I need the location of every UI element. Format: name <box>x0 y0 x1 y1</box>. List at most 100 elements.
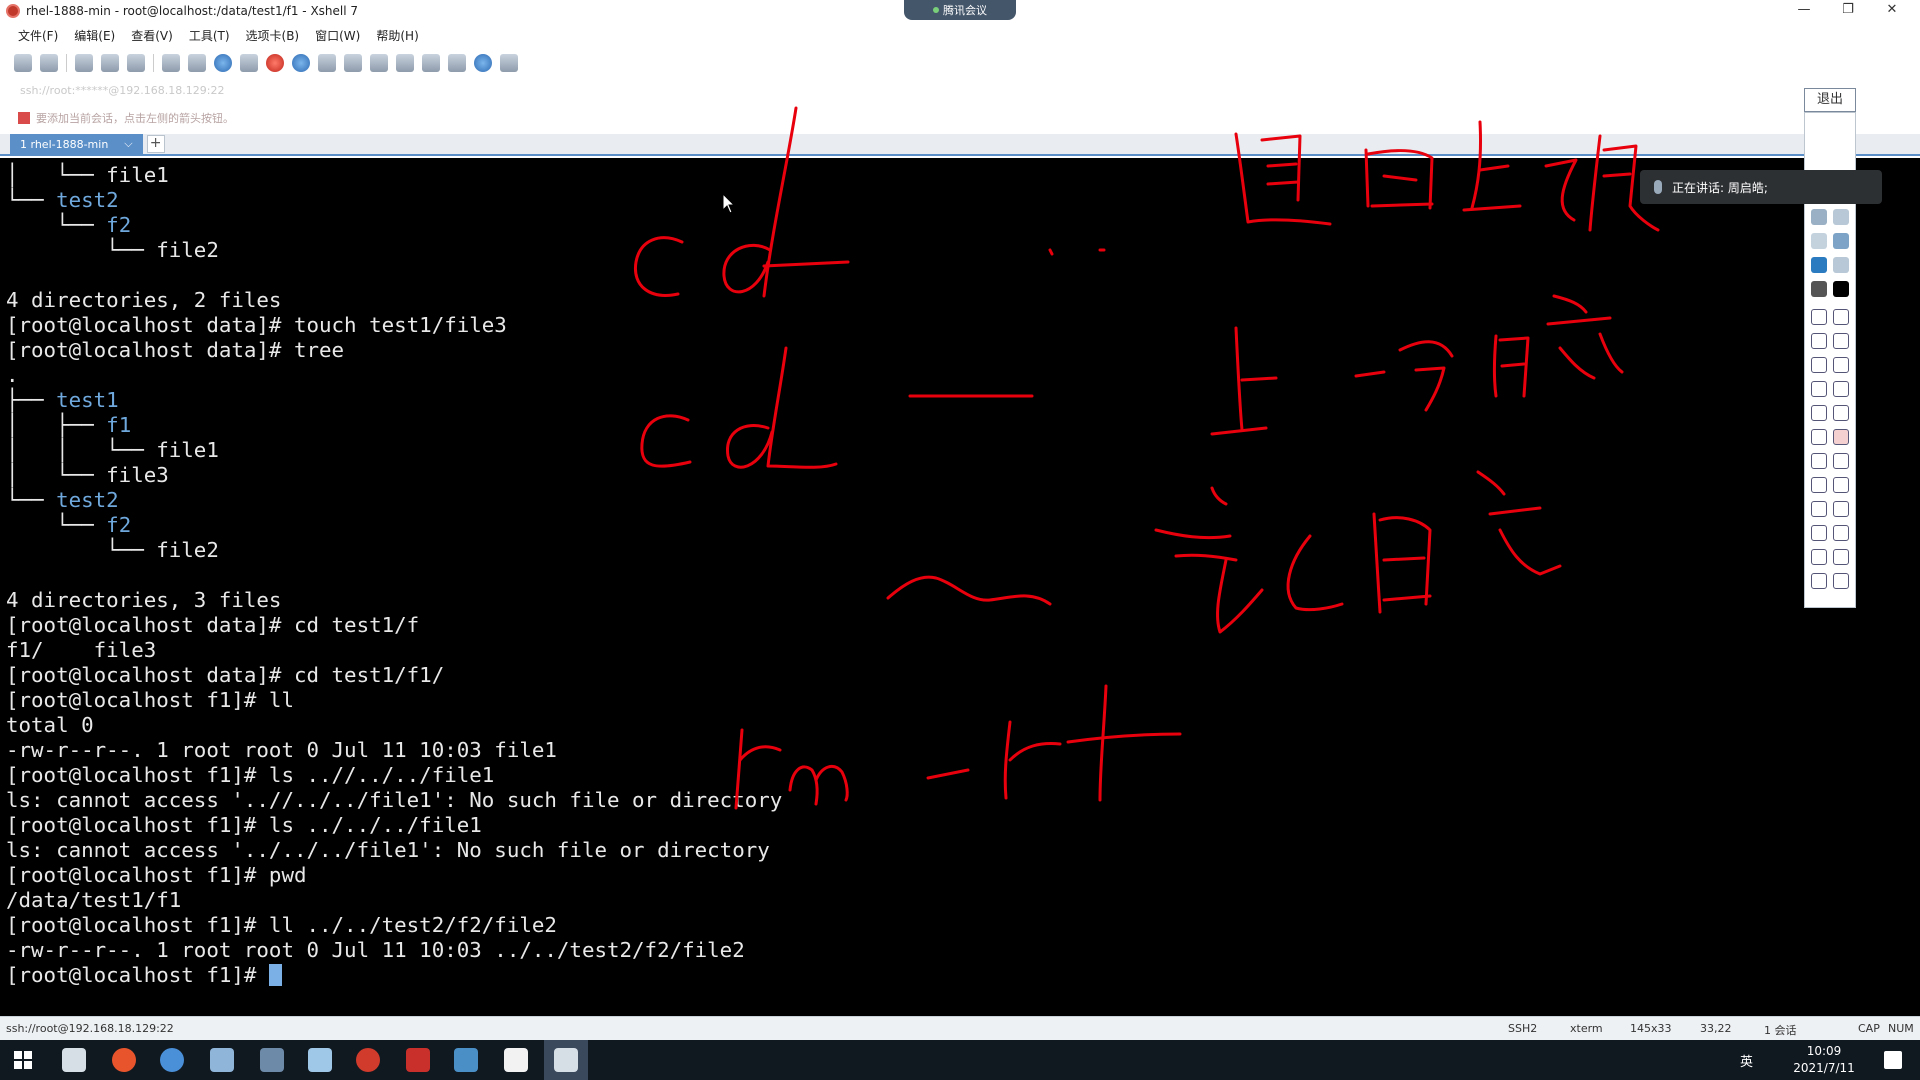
status-connection: ssh://root@192.168.18.129:22 <box>6 1022 174 1035</box>
chrome-task-icon[interactable] <box>160 1048 184 1072</box>
page-icon[interactable] <box>1811 573 1827 589</box>
menu-window[interactable]: 窗口(W) <box>315 27 360 44</box>
terminal-line: └── f2 <box>6 213 132 237</box>
color-swatch[interactable] <box>1833 209 1849 225</box>
maximize-button[interactable]: ❐ <box>1828 0 1868 22</box>
windows-start-icon[interactable] <box>14 1051 32 1069</box>
open-folder-icon[interactable] <box>40 54 58 72</box>
typora-task-icon[interactable] <box>504 1048 528 1072</box>
print-icon[interactable] <box>1811 549 1827 565</box>
terminal-line: [root@localhost f1]# ls ../../../file1 <box>6 813 482 837</box>
chat-icon[interactable] <box>500 54 518 72</box>
info-icon[interactable] <box>1833 573 1849 589</box>
lock-icon[interactable] <box>344 54 362 72</box>
terminal-line: [root@localhost data]# touch test1/file3 <box>6 313 507 337</box>
keyboard-icon[interactable] <box>370 54 388 72</box>
meeting-task-icon[interactable] <box>454 1048 478 1072</box>
exit-annotation-button[interactable]: 退出 <box>1804 88 1856 112</box>
fullscreen-icon[interactable] <box>318 54 336 72</box>
ime-indicator[interactable]: 英 <box>1740 1051 1753 1070</box>
terminal-output[interactable]: │ └── file1 └── test2 └── f2 └── file2 4 d… <box>0 158 1920 1016</box>
terminal-line: f1/ file3 <box>6 638 157 662</box>
copy-icon[interactable] <box>1833 525 1849 541</box>
notification-icon[interactable] <box>1884 1051 1902 1069</box>
terminal-cursor <box>268 964 282 986</box>
color-swatch[interactable] <box>1811 209 1827 225</box>
layout-icon[interactable] <box>188 54 206 72</box>
remote-desktop-task-icon[interactable] <box>260 1048 284 1072</box>
double-arrow-icon[interactable] <box>1811 405 1827 421</box>
text-tool-icon[interactable] <box>1833 405 1849 421</box>
properties-icon[interactable] <box>127 54 145 72</box>
menu-file[interactable]: 文件(F) <box>18 27 58 44</box>
taskbar-clock[interactable]: 10:09 2021/7/11 <box>1774 1043 1874 1077</box>
add-tab-button[interactable]: + <box>146 135 165 153</box>
meeting-badge[interactable]: 腾讯会议 <box>904 0 1016 20</box>
color-swatch[interactable] <box>1833 233 1849 249</box>
xftp-task-icon[interactable] <box>356 1048 380 1072</box>
xshell-task-icon[interactable] <box>62 1048 86 1072</box>
color-swatch[interactable] <box>1833 257 1849 273</box>
blur-tool-icon[interactable] <box>1833 381 1849 397</box>
save-icon[interactable] <box>1833 549 1849 565</box>
fill-tool-icon[interactable] <box>1833 357 1849 373</box>
address-bar[interactable]: ssh://root:******@192.168.18.129:22 <box>20 84 225 97</box>
color-swatch[interactable] <box>1833 281 1849 297</box>
cross-icon[interactable] <box>1833 429 1849 445</box>
new-page-icon[interactable] <box>1811 525 1827 541</box>
check-icon[interactable] <box>1811 429 1827 445</box>
speaking-banner: 正在讲话: 周启皓; <box>1640 170 1882 204</box>
new-session-icon[interactable] <box>14 54 32 72</box>
mouse-pointer-icon <box>722 193 736 214</box>
minimize-button[interactable]: — <box>1784 0 1824 22</box>
tab-session[interactable]: 1 rhel-1888-min ⌵ <box>10 134 143 154</box>
find-icon[interactable] <box>162 54 180 72</box>
arrow-tool-icon[interactable] <box>1833 333 1849 349</box>
menu-help[interactable]: 帮助(H) <box>376 27 418 44</box>
terminal-line: └── file2 <box>6 238 219 262</box>
pen-tool-icon[interactable] <box>1811 309 1827 325</box>
undo-icon[interactable] <box>1811 501 1827 517</box>
menu-edit[interactable]: 编辑(E) <box>74 27 115 44</box>
minus-icon[interactable] <box>1833 477 1849 493</box>
explorer-task-icon[interactable] <box>210 1048 234 1072</box>
help-icon[interactable] <box>474 54 492 72</box>
font-icon[interactable] <box>240 54 258 72</box>
window-title: rhel-1888-min - root@localhost:/data/tes… <box>26 4 359 18</box>
xftp-icon[interactable] <box>266 54 284 72</box>
crop-icon[interactable] <box>1811 453 1827 469</box>
plus-icon[interactable] <box>1811 477 1827 493</box>
trash-icon[interactable] <box>1833 501 1849 517</box>
menu-view[interactable]: 查看(V) <box>131 27 173 44</box>
status-cursor-position: 33,22 <box>1700 1022 1732 1035</box>
bookmark-icon[interactable] <box>18 112 30 124</box>
menu-tab[interactable]: 选项卡(B) <box>246 27 300 44</box>
status-terminal-type: xterm <box>1570 1022 1603 1035</box>
terminal-line: ├── test1 <box>6 388 119 412</box>
line-tool-icon[interactable] <box>1811 333 1827 349</box>
color-swatch[interactable] <box>1811 281 1827 297</box>
reconnect-icon[interactable] <box>75 54 93 72</box>
notepad-task-icon[interactable] <box>308 1048 332 1072</box>
directory-name: f2 <box>106 213 132 237</box>
tab-pin-icon[interactable]: ⌵ <box>124 137 132 151</box>
close-button[interactable]: ✕ <box>1872 0 1912 22</box>
tunnel-icon[interactable] <box>422 54 440 72</box>
terminal-line: [root@localhost f1]# <box>6 963 282 988</box>
firefox-task-icon[interactable] <box>112 1048 136 1072</box>
rectangle-tool-icon[interactable] <box>1811 357 1827 373</box>
color-swatch[interactable] <box>1811 233 1827 249</box>
screenshot-task-icon[interactable] <box>406 1048 430 1072</box>
xshell-active-task-icon[interactable] <box>554 1048 578 1072</box>
marker-tool-icon[interactable] <box>1833 309 1849 325</box>
globe-icon[interactable] <box>214 54 232 72</box>
ellipse-tool-icon[interactable] <box>1811 381 1827 397</box>
disconnect-icon[interactable] <box>101 54 119 72</box>
color-swatch[interactable] <box>1811 257 1827 273</box>
zoom-icon[interactable] <box>1833 453 1849 469</box>
menu-tools[interactable]: 工具(T) <box>189 27 230 44</box>
terminal-line: [root@localhost f1]# ls ..//../../file1 <box>6 763 495 787</box>
options-icon[interactable] <box>448 54 466 72</box>
camera-icon[interactable] <box>292 54 310 72</box>
script-icon[interactable] <box>396 54 414 72</box>
